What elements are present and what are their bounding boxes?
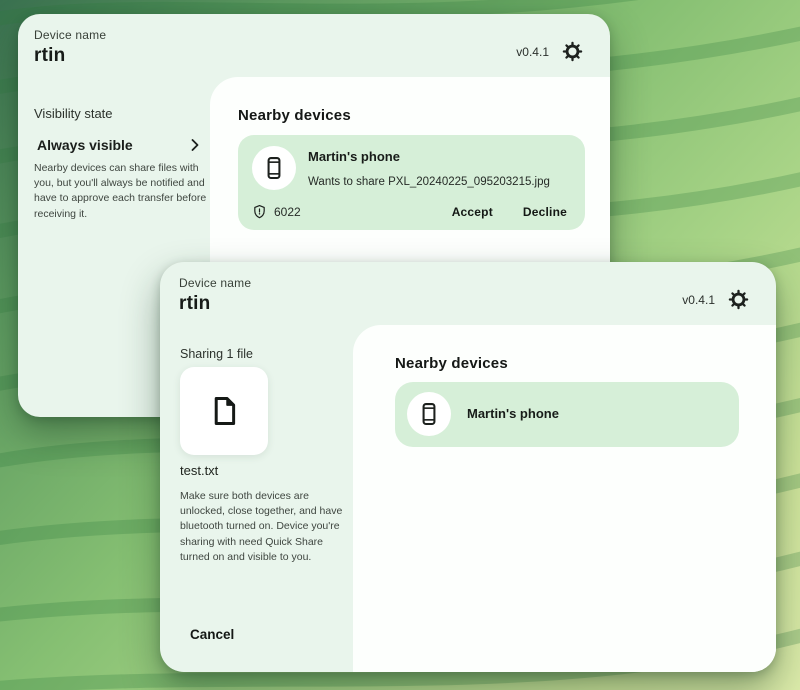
visibility-state-label: Visibility state (34, 106, 113, 121)
visibility-selector[interactable]: Always visible (37, 137, 199, 153)
device-name-label: Device name (34, 28, 106, 42)
device-avatar (252, 146, 296, 190)
visibility-value: Always visible (37, 137, 133, 153)
window2-header: Device name rtin (179, 276, 251, 315)
nearby-devices-title: Nearby devices (238, 107, 351, 124)
settings-button[interactable] (562, 41, 583, 62)
smartphone-icon (261, 155, 287, 181)
document-icon (207, 394, 241, 428)
file-name: test.txt (180, 463, 218, 478)
sharing-instructions: Make sure both devices are unlocked, clo… (180, 489, 350, 565)
version-label: v0.4.1 (682, 293, 715, 307)
share-request-message: Wants to share PXL_20240225_095203215.jp… (308, 176, 550, 188)
share-request-card: Martin's phone Wants to share PXL_202402… (238, 135, 585, 230)
accept-button[interactable]: Accept (452, 205, 493, 219)
cancel-button[interactable]: Cancel (190, 627, 234, 642)
nearby-device-name: Martin's phone (467, 406, 559, 421)
window1-header: Device name rtin (34, 28, 106, 67)
window2-version-row: v0.4.1 (682, 289, 749, 310)
smartphone-icon (416, 401, 442, 427)
pin-row: 6022 (252, 204, 301, 219)
file-preview-tile (180, 367, 268, 455)
device-name-value: rtin (179, 293, 251, 315)
nearby-device-item[interactable]: Martin's phone (395, 382, 739, 447)
visibility-description: Nearby devices can share files with you,… (34, 161, 213, 222)
request-actions: Accept Decline (452, 205, 567, 219)
sender-device-name: Martin's phone (308, 149, 400, 164)
chevron-right-icon (191, 139, 199, 151)
nearby-devices-title: Nearby devices (395, 355, 508, 372)
device-avatar (407, 392, 451, 436)
pin-code: 6022 (274, 205, 301, 219)
sharing-status-label: Sharing 1 file (180, 347, 253, 361)
window1-version-row: v0.4.1 (516, 41, 583, 62)
shield-icon (252, 204, 267, 219)
window2-nearby-panel: Nearby devices Martin's phone (353, 325, 776, 672)
device-name-value: rtin (34, 45, 106, 67)
version-label: v0.4.1 (516, 45, 549, 59)
settings-button[interactable] (728, 289, 749, 310)
send-window: Device name rtin v0.4.1 Sharing 1 file (160, 262, 776, 672)
gear-icon (562, 41, 583, 62)
device-name-label: Device name (179, 276, 251, 290)
gear-icon (728, 289, 749, 310)
decline-button[interactable]: Decline (523, 205, 567, 219)
